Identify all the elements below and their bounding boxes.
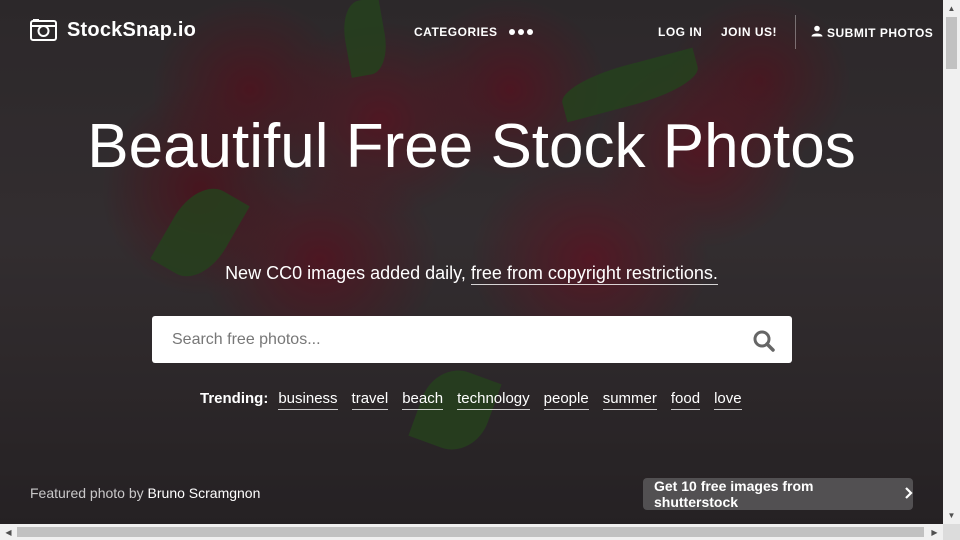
vertical-scroll-thumb[interactable] (946, 17, 957, 69)
submit-photos-label: SUBMIT PHOTOS (827, 25, 934, 40)
nav-categories[interactable]: CATEGORIES (414, 25, 497, 39)
vertical-scrollbar[interactable]: ▲ ▼ (943, 0, 960, 524)
brand-logo[interactable]: StockSnap.io (30, 18, 196, 42)
upload-icon (811, 25, 823, 40)
camera-icon (30, 18, 57, 42)
scroll-left-icon[interactable]: ◀ (0, 524, 17, 540)
trending-tags: Trending: business travel beach technolo… (200, 390, 742, 410)
nav-join[interactable]: JOIN US! (721, 25, 777, 39)
brand-name: StockSnap.io (67, 18, 197, 41)
photo-credit-author[interactable]: Bruno Scramgnon (148, 485, 261, 501)
scroll-right-icon[interactable]: ▶ (926, 524, 943, 540)
trending-label: Trending: (200, 390, 269, 407)
nav-divider (795, 15, 796, 49)
hero-title: Beautiful Free Stock Photos (87, 112, 856, 181)
trending-tag-technology[interactable]: technology (457, 390, 530, 410)
horizontal-scrollbar[interactable]: ◀ ▶ (0, 524, 943, 540)
hero-subtitle: New CC0 images added daily, free from co… (0, 263, 943, 285)
hero-background (0, 0, 943, 524)
more-dots-icon[interactable] (509, 29, 533, 35)
search-icon[interactable] (752, 329, 776, 353)
chevron-right-icon (903, 486, 913, 502)
photo-credit: Featured photo by Bruno Scramgnon (30, 485, 260, 501)
hero-subtitle-text: New CC0 images added daily, (225, 263, 471, 283)
trending-tag-beach[interactable]: beach (402, 390, 444, 410)
trending-tag-people[interactable]: people (543, 390, 589, 410)
photo-credit-prefix: Featured photo by (30, 485, 148, 501)
scroll-up-icon[interactable]: ▲ (943, 0, 960, 17)
search-bar (152, 316, 792, 363)
trending-tag-love[interactable]: love (714, 390, 742, 410)
trending-tag-travel[interactable]: travel (351, 390, 389, 410)
trending-tag-food[interactable]: food (670, 390, 701, 410)
trending-tag-summer[interactable]: summer (602, 390, 657, 410)
scroll-down-icon[interactable]: ▼ (943, 507, 960, 524)
scrollbar-corner (943, 524, 960, 540)
nav-login[interactable]: LOG IN (658, 25, 702, 39)
shutterstock-promo-button[interactable]: Get 10 free images from shutterstock (643, 478, 913, 510)
search-input[interactable] (152, 316, 742, 363)
promo-label: Get 10 free images from shutterstock (654, 478, 814, 510)
submit-photos-button[interactable]: SUBMIT PHOTOS (811, 25, 933, 40)
top-nav: StockSnap.io CATEGORIES LOG IN JOIN US! … (0, 0, 943, 64)
copyright-link[interactable]: free from copyright restrictions. (470, 263, 718, 285)
trending-tag-business[interactable]: business (278, 390, 338, 410)
horizontal-scroll-thumb[interactable] (17, 527, 924, 537)
